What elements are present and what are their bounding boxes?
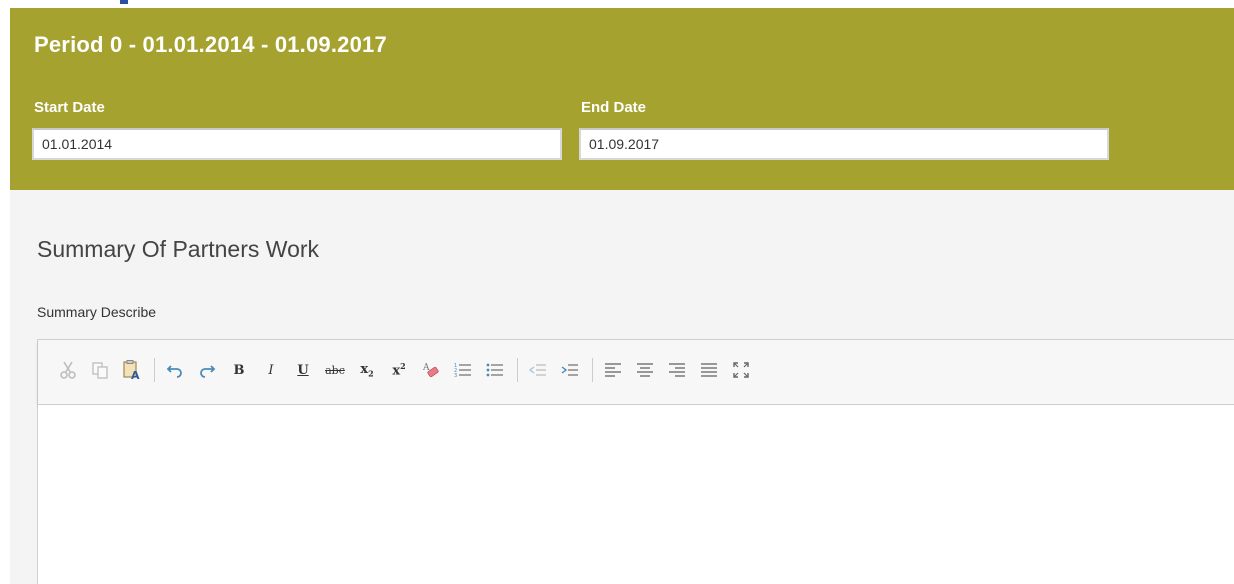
end-date-input[interactable] [579, 128, 1109, 160]
maximize-icon[interactable] [729, 358, 753, 382]
period-panel: Period 0 - 01.01.2014 - 01.09.2017 Start… [10, 8, 1234, 190]
editor-content-area[interactable] [38, 405, 1234, 584]
underline-icon[interactable]: U [291, 358, 315, 382]
subscript-icon[interactable]: x2 [355, 358, 379, 382]
outdent-icon[interactable] [526, 358, 550, 382]
indent-icon[interactable] [558, 358, 582, 382]
start-date-label: Start Date [34, 99, 105, 116]
align-center-icon[interactable] [633, 358, 657, 382]
page: Period 0 - 01.01.2014 - 01.09.2017 Start… [0, 0, 1234, 584]
svg-text:A: A [131, 369, 140, 381]
summary-section: Summary Of Partners Work Summary Describ… [10, 190, 1234, 584]
strikethrough-icon[interactable]: abc [323, 358, 347, 382]
paste-text-icon[interactable]: A [120, 358, 144, 382]
cut-icon[interactable] [56, 358, 80, 382]
justify-icon[interactable] [697, 358, 721, 382]
align-left-icon[interactable] [601, 358, 625, 382]
editor-toolbar: A B I U abc x2 x2 A 1 2 3 [38, 340, 1234, 405]
rich-text-editor: A B I U abc x2 x2 A 1 2 3 [37, 339, 1234, 584]
start-date-input[interactable] [32, 128, 562, 160]
italic-icon[interactable]: I [259, 358, 283, 382]
svg-text:3: 3 [454, 373, 457, 379]
toolbar-separator [154, 358, 155, 382]
superscript-icon[interactable]: x2 [387, 358, 411, 382]
align-right-icon[interactable] [665, 358, 689, 382]
summary-describe-label: Summary Describe [37, 304, 157, 320]
toolbar-separator [592, 358, 593, 382]
numbered-list-icon[interactable]: 123 [451, 358, 475, 382]
bold-icon[interactable]: B [227, 358, 251, 382]
top-accent [120, 0, 128, 4]
copy-icon[interactable] [88, 358, 112, 382]
redo-icon[interactable] [195, 358, 219, 382]
end-date-label: End Date [581, 99, 647, 116]
bulleted-list-icon[interactable] [483, 358, 507, 382]
clear-format-icon[interactable]: A [419, 358, 443, 382]
toolbar-row: A B I U abc x2 x2 A 1 2 3 [56, 358, 761, 382]
undo-icon[interactable] [163, 358, 187, 382]
toolbar-separator [517, 358, 518, 382]
period-title: Period 0 - 01.01.2014 - 01.09.2017 [34, 32, 387, 57]
top-strip [0, 0, 1234, 8]
section-title: Summary Of Partners Work [37, 236, 320, 262]
